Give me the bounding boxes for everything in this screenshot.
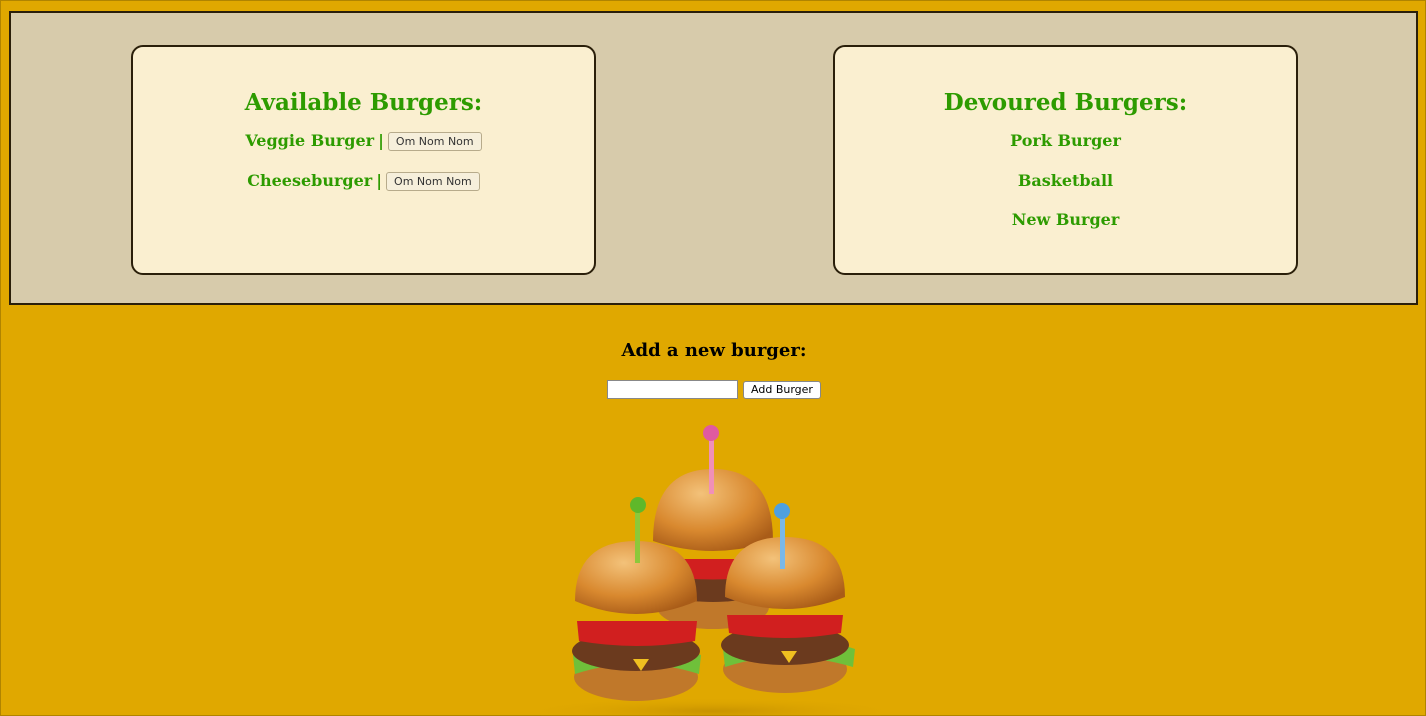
burger-name-input[interactable] (607, 380, 739, 399)
burger-right (721, 537, 855, 693)
devour-button-veggie-burger[interactable]: Om Nom Nom (387, 132, 482, 151)
devoured-burgers-heading: Devoured Burgers: (943, 89, 1188, 116)
burger-left (572, 541, 701, 701)
burger-name: Cheeseburger (247, 171, 373, 190)
available-burgers-card: Available Burgers: Veggie Burger | Om No… (131, 45, 596, 275)
devoured-burger-item: Pork Burger (1010, 131, 1121, 150)
add-burger-button[interactable]: Add Burger (743, 380, 821, 399)
devoured-burgers-card: Devoured Burgers: Pork Burger Basketball… (833, 45, 1298, 275)
add-burger-form: Add Burger (1, 380, 1426, 399)
burgers-panel: Available Burgers: Veggie Burger | Om No… (9, 11, 1418, 305)
add-burger-section: Add a new burger: Add Burger (1, 341, 1426, 399)
separator: | (378, 131, 384, 150)
add-burger-heading: Add a new burger: (621, 340, 807, 361)
page: Available Burgers: Veggie Burger | Om No… (0, 0, 1426, 716)
devoured-burger-item: Basketball (1017, 170, 1114, 190)
shadow (541, 697, 881, 716)
burger-name: Veggie Burger (245, 131, 375, 150)
available-burger-item: Cheeseburger | Om Nom Nom (133, 171, 594, 211)
separator: | (376, 171, 383, 190)
available-burgers-heading: Available Burgers: (244, 89, 483, 116)
burgers-illustration-icon (541, 425, 881, 716)
devour-button-cheeseburger[interactable]: Om Nom Nom (386, 172, 480, 191)
available-burger-item: Veggie Burger | Om Nom Nom (133, 131, 594, 171)
devoured-burger-item: New Burger (1011, 210, 1120, 229)
